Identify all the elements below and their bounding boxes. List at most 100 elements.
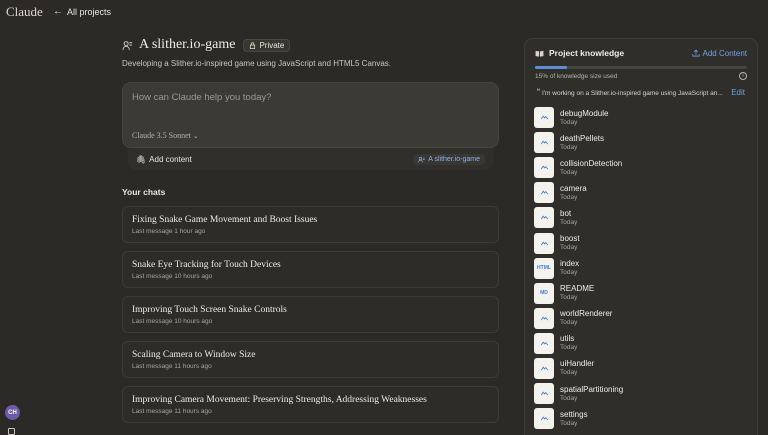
chat-item[interactable]: Fixing Snake Game Movement and Boost Iss…	[122, 206, 499, 243]
file-name: camera	[560, 183, 587, 193]
file-name: debugModule	[560, 108, 609, 118]
app-brand[interactable]: Claude	[6, 4, 43, 20]
visibility-label: Private	[259, 40, 285, 50]
chat-item[interactable]: Scaling Camera to Window Size Last messa…	[122, 341, 499, 378]
prompt-input[interactable]: How can Claude help you today? Claude 3.…	[122, 82, 499, 148]
project-chip-label: A slither.io-game	[428, 155, 480, 163]
info-icon[interactable]: i	[739, 72, 747, 80]
file-name: bot	[560, 208, 572, 218]
knowledge-file-item[interactable]: worldRenderer Today	[534, 306, 757, 331]
file-thumbnail-icon	[534, 307, 554, 329]
quote-icon: “	[537, 87, 540, 97]
project-icon	[122, 40, 133, 50]
knowledge-usage-bar	[535, 66, 747, 69]
file-kind-label: HTML	[537, 265, 551, 272]
add-knowledge-button[interactable]: Add Content	[691, 49, 747, 58]
chat-item[interactable]: Snake Eye Tracking for Touch Devices Las…	[122, 251, 499, 288]
chat-item[interactable]: Improving Touch Screen Snake Controls La…	[122, 296, 499, 333]
model-selector[interactable]: Claude 3.5 Sonnet ⌄	[132, 131, 199, 140]
knowledge-file-item[interactable]: HTML index Today	[534, 256, 757, 281]
file-thumbnail-icon	[534, 132, 554, 154]
chat-timestamp: Last message 11 hours ago	[132, 408, 212, 415]
chat-timestamp: Last message 10 hours ago	[132, 273, 213, 280]
chat-timestamp: Last message 1 hour ago	[132, 228, 206, 235]
prompt-placeholder: How can Claude help you today?	[132, 92, 272, 103]
page-title: A slither.io-game	[139, 37, 236, 52]
edit-instructions-button[interactable]: Edit	[731, 88, 745, 97]
knowledge-file-item[interactable]: settings Today	[534, 406, 757, 431]
arrow-left-icon: ←	[53, 6, 63, 17]
knowledge-file-item[interactable]: boost Today	[534, 230, 757, 255]
file-date: Today	[560, 218, 578, 226]
prompt-footer: 🖇 Add content A slither.io-game	[128, 148, 493, 170]
file-thumbnail-icon: HTML	[534, 257, 554, 279]
file-date: Today	[560, 269, 578, 277]
file-date: Today	[560, 319, 578, 327]
file-name: worldRenderer	[560, 309, 613, 319]
all-projects-label: All projects	[67, 6, 112, 17]
file-thumbnail-icon	[534, 107, 554, 129]
knowledge-file-item[interactable]: collisionDetection Today	[534, 155, 757, 180]
instructions-preview: “I'm working on a Slither.io-inspired ga…	[537, 87, 723, 97]
file-name: boost	[560, 234, 580, 244]
all-projects-link[interactable]: ← All projects	[53, 6, 111, 17]
knowledge-header: Project knowledge Add Content	[525, 39, 757, 58]
file-date: Today	[560, 294, 578, 302]
add-content-button[interactable]: 🖇 Add content	[136, 155, 192, 164]
chats-section-title: Your chats	[122, 187, 166, 197]
file-thumbnail-icon	[534, 357, 554, 379]
knowledge-file-item[interactable]: spatialPartitioning Today	[534, 381, 757, 406]
chat-title: Scaling Camera to Window Size	[132, 350, 256, 360]
main-content: A slither.io-game Private Developing a S…	[122, 37, 499, 423]
sidebar-toggle-icon[interactable]	[8, 428, 15, 435]
knowledge-file-list: debugModule Today deathPellets Today collisi…	[525, 105, 757, 431]
file-date: Today	[560, 143, 578, 151]
knowledge-file-item[interactable]: debugModule Today	[534, 105, 757, 130]
chat-timestamp: Last message 11 hours ago	[132, 363, 212, 370]
file-date: Today	[560, 419, 578, 427]
chat-title: Snake Eye Tracking for Touch Devices	[132, 260, 281, 270]
lock-icon	[250, 41, 256, 49]
upload-icon	[691, 49, 700, 57]
file-name: collisionDetection	[560, 158, 623, 168]
file-thumbnail-icon	[534, 207, 554, 229]
instructions-text: I'm working on a Slither.io-inspired gam…	[542, 90, 723, 97]
add-content-label: Add content	[149, 154, 192, 164]
file-name: spatialPartitioning	[560, 384, 624, 394]
knowledge-file-item[interactable]: camera Today	[534, 180, 757, 205]
file-thumbnail-icon	[534, 182, 554, 204]
knowledge-file-item[interactable]: deathPellets Today	[534, 130, 757, 155]
file-date: Today	[560, 244, 578, 252]
project-header: A slither.io-game Private	[122, 37, 499, 53]
chat-title: Fixing Snake Game Movement and Boost Iss…	[132, 215, 318, 225]
knowledge-title: Project knowledge	[535, 48, 624, 58]
user-avatar[interactable]: CH	[5, 405, 20, 420]
file-date: Today	[560, 168, 578, 176]
knowledge-title-label: Project knowledge	[549, 48, 625, 58]
file-name: README	[560, 284, 595, 294]
project-description: Developing a Slither.io-inspired game us…	[122, 59, 392, 68]
file-name: utils	[560, 334, 575, 344]
knowledge-file-item[interactable]: bot Today	[534, 205, 757, 230]
project-knowledge-panel: Project knowledge Add Content 15% of kno…	[524, 38, 758, 435]
file-name: index	[560, 259, 580, 269]
project-instructions: “I'm working on a Slither.io-inspired ga…	[525, 80, 757, 97]
file-name: uiHandler	[560, 359, 595, 369]
usage-row: 15% of knowledge size used i	[525, 69, 757, 80]
knowledge-file-item[interactable]: uiHandler Today	[534, 356, 757, 381]
knowledge-usage-fill	[535, 66, 567, 69]
book-icon	[535, 50, 544, 57]
file-thumbnail-icon	[534, 383, 554, 405]
paperclip-icon: 🖇	[136, 154, 147, 164]
file-date: Today	[560, 193, 578, 201]
model-label: Claude 3.5 Sonnet	[132, 131, 191, 140]
knowledge-usage-text: 15% of knowledge size used	[535, 72, 618, 80]
project-chip[interactable]: A slither.io-game	[413, 153, 485, 165]
knowledge-file-item[interactable]: utils Today	[534, 331, 757, 356]
chat-title: Improving Touch Screen Snake Controls	[132, 305, 287, 315]
project-chip-icon	[418, 156, 425, 162]
file-name: deathPellets	[560, 133, 605, 143]
chat-item[interactable]: Improving Camera Movement: Preserving St…	[122, 386, 499, 423]
file-date: Today	[560, 369, 578, 377]
knowledge-file-item[interactable]: MD README Today	[534, 281, 757, 306]
